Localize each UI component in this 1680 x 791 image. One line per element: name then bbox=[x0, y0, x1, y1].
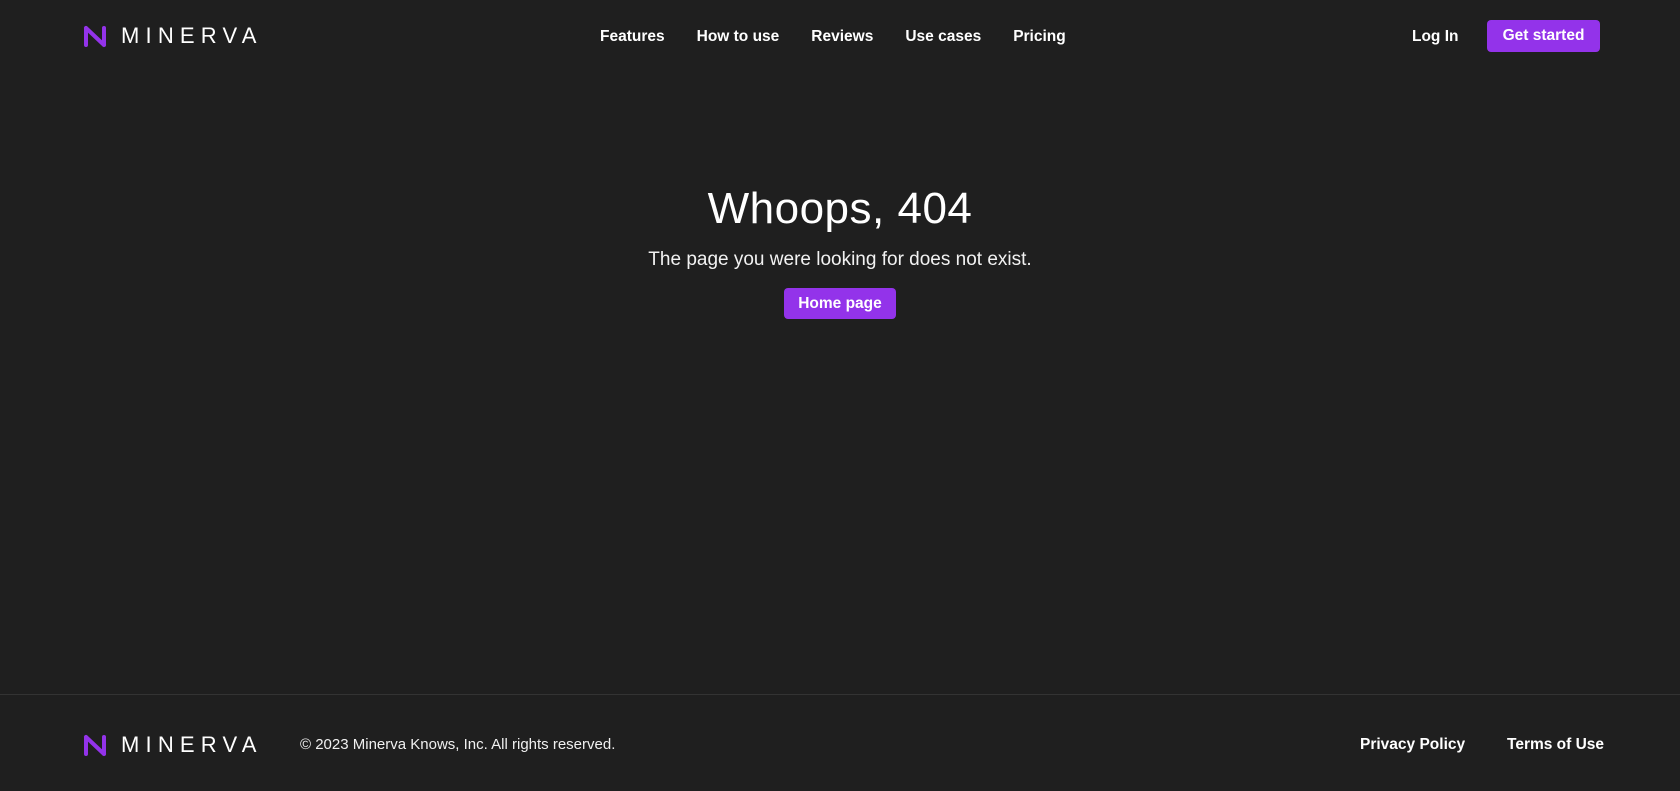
nav-link-pricing[interactable]: Pricing bbox=[1013, 26, 1066, 48]
error-title: Whoops, 404 bbox=[707, 184, 973, 233]
header-logo-link[interactable]: MINERVA bbox=[82, 24, 263, 48]
login-link[interactable]: Log In bbox=[1412, 26, 1459, 48]
home-page-button[interactable]: Home page bbox=[784, 288, 896, 319]
minerva-logo-icon bbox=[84, 734, 106, 756]
main-nav: Features How to use Reviews Use cases Pr… bbox=[600, 26, 1066, 48]
terms-of-use-link[interactable]: Terms of Use bbox=[1507, 735, 1604, 755]
nav-link-how-to-use[interactable]: How to use bbox=[697, 26, 780, 48]
error-message: The page you were looking for does not e… bbox=[648, 249, 1032, 270]
error-content: Whoops, 404 The page you were looking fo… bbox=[0, 74, 1680, 694]
privacy-policy-link[interactable]: Privacy Policy bbox=[1360, 735, 1465, 755]
nav-link-features[interactable]: Features bbox=[600, 26, 665, 48]
site-footer: MINERVA © 2023 Minerva Knows, Inc. All r… bbox=[0, 694, 1680, 791]
logo-wordmark: MINERVA bbox=[121, 23, 263, 48]
copyright-text: © 2023 Minerva Knows, Inc. All rights re… bbox=[300, 736, 616, 753]
minerva-logo-icon bbox=[84, 25, 106, 47]
nav-link-reviews[interactable]: Reviews bbox=[811, 26, 873, 48]
page: MINERVA Features How to use Reviews Use … bbox=[0, 0, 1680, 791]
site-header: MINERVA Features How to use Reviews Use … bbox=[0, 0, 1680, 74]
nav-link-use-cases[interactable]: Use cases bbox=[905, 26, 981, 48]
logo-wordmark: MINERVA bbox=[121, 732, 263, 757]
get-started-button[interactable]: Get started bbox=[1487, 20, 1600, 52]
footer-logo-link[interactable]: MINERVA bbox=[82, 733, 263, 757]
